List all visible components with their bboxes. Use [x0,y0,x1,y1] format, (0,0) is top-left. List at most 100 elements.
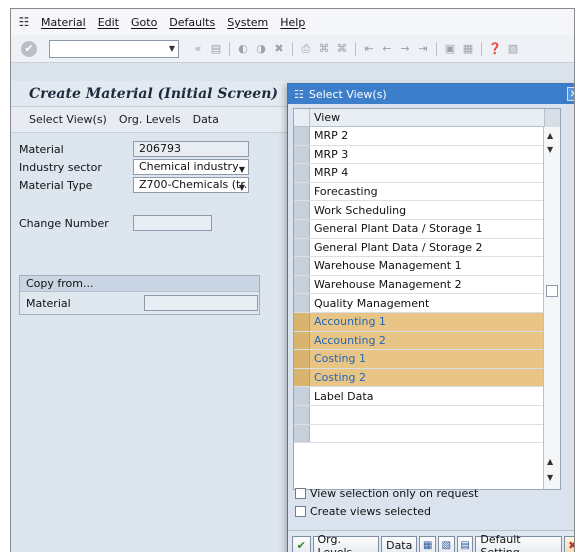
cancel-icon[interactable]: ✖ [563,535,574,552]
deselect-all-icon[interactable]: ▧ [438,535,455,552]
select-all-icon[interactable]: ▦ [419,535,437,552]
view-row[interactable]: Costing 2 [294,368,544,388]
create-views-option[interactable]: Create views selected [295,505,431,518]
row-selector[interactable] [294,331,310,350]
view-request-option[interactable]: View selection only on request [295,487,478,500]
row-selector[interactable] [294,368,310,387]
chevron-down-icon[interactable]: ▼ [239,181,245,192]
exit-icon[interactable]: ◑ [254,42,268,56]
scroll-up-icon[interactable]: ▲ [547,131,553,140]
material-label: Material [19,142,64,156]
menu-help[interactable]: Help [280,16,305,29]
view-row[interactable]: Label Data [294,387,544,406]
row-selector[interactable] [294,238,310,257]
row-selector[interactable] [294,424,310,443]
row-selector[interactable] [294,145,310,164]
view-row[interactable]: MRP 2 [294,127,544,146]
row-selector[interactable] [294,350,310,368]
default-setting-button[interactable]: Default Setting [475,533,562,552]
row-selector[interactable] [294,182,310,201]
select-all-column[interactable] [294,108,310,127]
close-icon[interactable]: ✕ [567,87,574,101]
last-page-icon[interactable]: ⇥ [416,42,430,56]
create-views-checkbox[interactable] [295,506,306,517]
view-row[interactable]: MRP 4 [294,164,544,183]
chevron-down-icon[interactable]: ▼ [169,44,175,53]
back-icon[interactable]: ◐ [236,42,250,56]
next-page-icon[interactable]: → [398,42,412,56]
row-selector[interactable] [294,219,310,238]
dialog-title-bar: ☷ Select View(s) ✕ [288,84,574,104]
menu-goto[interactable]: Goto [131,16,157,29]
row-selector[interactable] [294,257,310,275]
dialog-footer: ✔ Org. Levels Data ▦ ▧ ▤ Default Setting… [288,530,574,552]
view-row[interactable] [294,405,544,425]
toolbar-divider [355,41,356,56]
customize-icon[interactable]: ▨ [506,42,520,56]
org-levels-dialog-button[interactable]: Org. Levels [312,533,380,552]
view-row[interactable]: MRP 3 [294,145,544,165]
view-request-checkbox[interactable] [295,488,306,499]
scroll-down-icon[interactable]: ▼ [547,145,553,154]
chevron-down-icon[interactable]: ▼ [239,163,245,174]
cancel-icon[interactable]: ✖ [272,42,286,56]
print-icon[interactable]: ⎙ [299,42,313,56]
view-row[interactable] [294,424,544,444]
view-row[interactable]: General Plant Data / Storage 1 [294,219,544,239]
row-selector[interactable] [294,275,310,294]
menu-system[interactable]: System [227,16,268,29]
scroll-thumb[interactable] [546,285,558,297]
find-next-icon[interactable]: ⌘ [335,42,349,56]
view-label: Label Data [314,389,374,403]
view-row[interactable]: General Plant Data / Storage 2 [294,238,544,258]
view-row[interactable]: Accounting 1 [294,312,544,332]
view-label: General Plant Data / Storage 1 [314,222,483,236]
view-label: Quality Management [314,296,430,310]
help-icon[interactable]: ❓ [488,42,502,56]
view-row[interactable]: Costing 1 [294,350,544,369]
view-label: MRP 3 [314,147,349,161]
industry-sector-select[interactable]: Chemical industry ▼ [133,159,249,175]
find-icon[interactable]: ⌘ [317,42,331,56]
view-row[interactable]: Work Scheduling [294,201,544,220]
scroll-down-icon[interactable]: ▼ [547,473,553,482]
shortcut-icon[interactable]: ▦ [461,42,475,56]
view-row[interactable]: Forecasting [294,182,544,202]
row-selector[interactable] [294,164,310,182]
menu-defaults[interactable]: Defaults [169,16,215,29]
row-selector[interactable] [294,387,310,405]
row-selector[interactable] [294,201,310,219]
change-number-input[interactable] [133,215,212,231]
row-selector[interactable] [294,405,310,424]
view-label: General Plant Data / Storage 2 [314,240,483,254]
data-button[interactable]: Data [193,113,219,126]
view-row[interactable]: Warehouse Management 2 [294,275,544,295]
material-input[interactable]: 206793 [133,141,249,157]
first-page-icon[interactable]: ⇤ [362,42,376,56]
row-selector[interactable] [294,312,310,331]
material-type-select[interactable]: Z700-Chemicals (tr... ▼ [133,177,249,193]
menu-material[interactable]: Material [41,16,86,29]
copy-material-input[interactable] [144,295,258,311]
row-selector[interactable] [294,294,310,312]
continue-button[interactable]: ✔ [292,535,311,552]
enter-icon[interactable]: ✔ [21,40,37,57]
view-row[interactable]: Accounting 2 [294,331,544,351]
previous-page-icon[interactable]: ← [380,42,394,56]
data-dialog-button[interactable]: Data [381,535,418,552]
org-levels-button[interactable]: Org. Levels [119,113,181,126]
view-row[interactable]: Quality Management [294,294,544,313]
row-selector[interactable] [294,127,310,145]
menu-edit[interactable]: Edit [98,16,119,29]
scroll-up-icon[interactable]: ▲ [547,457,553,466]
new-session-icon[interactable]: ▣ [443,42,457,56]
save-icon[interactable]: ▤ [456,535,474,552]
select-views-button[interactable]: Select View(s) [29,113,107,126]
vertical-scrollbar[interactable]: ▲ ▼ ▲ ▼ [543,127,560,489]
copy-material-label: Material [26,296,71,310]
view-row[interactable]: Warehouse Management 1 [294,257,544,276]
save-icon[interactable]: ▤ [209,42,223,56]
column-settings-icon[interactable] [544,109,560,127]
sap-menu-icon[interactable]: ☷ [17,15,31,29]
command-field[interactable]: ▼ [49,39,179,58]
